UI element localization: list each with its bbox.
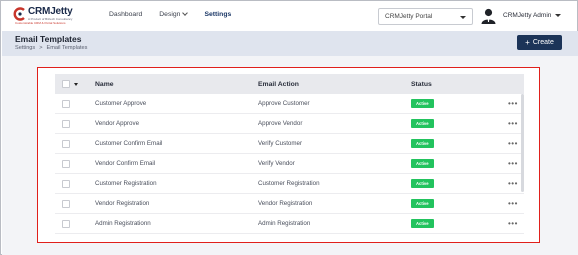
more-icon[interactable]: •••	[508, 99, 518, 108]
template-name[interactable]: Vendor Confirm Email	[95, 154, 155, 173]
more-icon[interactable]: •••	[508, 219, 518, 228]
status-cell: Active	[411, 134, 434, 153]
template-name[interactable]: Vendor Approve	[95, 114, 139, 133]
page-title: Email Templates	[15, 34, 82, 44]
status-badge: Active	[411, 199, 434, 208]
template-name[interactable]: Vendor Registration	[95, 194, 149, 213]
row-actions-cell: •••	[508, 114, 518, 133]
row-check-cell	[62, 114, 70, 133]
template-name[interactable]: Customer Registration	[95, 174, 157, 193]
nav-settings[interactable]: Settings	[204, 11, 231, 18]
page-header: Email Templates Settings > Email Templates…	[2, 31, 578, 56]
row-actions-cell: •••	[508, 194, 518, 213]
status-cell: Active	[411, 174, 434, 193]
row-check-cell	[62, 134, 70, 153]
email-templates-table: Name Email Action Status Customer Approv…	[55, 74, 524, 234]
row-checkbox[interactable]	[62, 199, 70, 208]
main-nav: Dashboard Design Settings	[109, 10, 231, 18]
template-name[interactable]: Admin Registrationn	[95, 214, 151, 233]
email-action: Approve Vendor	[258, 120, 303, 127]
nav-dashboard[interactable]: Dashboard	[109, 11, 142, 18]
logo-subtitle: Customizable CRM & Portal Solutions	[15, 21, 66, 25]
checkbox[interactable]	[62, 80, 70, 88]
row-actions-cell: •••	[508, 134, 518, 153]
row-check-cell	[62, 174, 70, 193]
select-all[interactable]	[62, 74, 78, 94]
table-row[interactable]: Vendor Registration Vendor Registration …	[55, 194, 524, 214]
table-row[interactable]: Customer Registration Customer Registrat…	[55, 174, 524, 194]
column-name[interactable]: Name	[95, 74, 114, 94]
breadcrumb: Settings > Email Templates	[15, 45, 87, 51]
row-check-cell	[62, 194, 70, 213]
logo-wordmark: CRMJetty	[28, 6, 73, 17]
more-icon[interactable]: •••	[508, 199, 518, 208]
create-button-label: Create	[532, 39, 554, 46]
template-name[interactable]: Customer Confirm Email	[95, 134, 162, 153]
app-window: CRMJetty A Product of Biztech Consultanc…	[0, 0, 578, 255]
breadcrumb-separator: >	[39, 45, 43, 51]
logo-mark-icon	[13, 7, 25, 21]
status-cell: Active	[411, 114, 434, 133]
create-button[interactable]: + Create	[517, 35, 562, 50]
table-row[interactable]: Vendor Approve Approve Vendor Active •••	[55, 114, 524, 134]
status-cell: Active	[411, 214, 434, 233]
row-actions-cell: •••	[508, 154, 518, 173]
breadcrumb-email-templates: Email Templates	[46, 45, 88, 51]
status-badge: Active	[411, 159, 434, 168]
caret-down-icon[interactable]	[74, 82, 78, 86]
email-action: Admin Registration	[258, 220, 311, 227]
table-row[interactable]: Customer Approve Approve Customer Active…	[55, 94, 524, 114]
table-row[interactable]: Admin Registrationn Admin Registration A…	[55, 214, 524, 234]
more-icon[interactable]: •••	[508, 139, 518, 148]
row-actions-cell: •••	[508, 174, 518, 193]
top-navbar: CRMJetty A Product of Biztech Consultanc…	[1, 1, 577, 31]
table-row[interactable]: Customer Confirm Email Verify Customer A…	[55, 134, 524, 154]
table-scrollbar[interactable]	[521, 94, 524, 192]
portal-select-value: CRMJetty Portal	[385, 13, 433, 20]
row-checkbox[interactable]	[62, 179, 70, 188]
more-icon[interactable]: •••	[508, 159, 518, 168]
email-action: Vendor Registration	[258, 200, 313, 207]
status-badge: Active	[411, 119, 434, 128]
template-name[interactable]: Customer Approve	[95, 94, 146, 113]
row-checkbox[interactable]	[62, 99, 70, 108]
status-badge: Active	[411, 179, 434, 188]
user-menu[interactable]: CRMJetty Admin	[503, 12, 562, 19]
column-email-action[interactable]: Email Action	[258, 74, 299, 94]
row-checkbox[interactable]	[62, 219, 70, 228]
caret-down-icon	[460, 16, 466, 19]
row-check-cell	[62, 214, 70, 233]
status-badge: Active	[411, 99, 434, 108]
breadcrumb-settings[interactable]: Settings	[15, 45, 35, 51]
status-cell: Active	[411, 154, 434, 173]
status-badge: Active	[411, 139, 434, 148]
email-action: Verify Customer	[258, 140, 303, 147]
user-name: CRMJetty Admin	[503, 12, 552, 19]
email-action: Customer Registration	[258, 180, 320, 187]
row-checkbox[interactable]	[62, 119, 70, 128]
table-row[interactable]: Vendor Confirm Email Verify Vendor Activ…	[55, 154, 524, 174]
avatar-icon[interactable]	[480, 7, 497, 24]
caret-down-icon	[555, 13, 562, 17]
row-actions-cell: •••	[508, 214, 518, 233]
email-action: Verify Vendor	[258, 160, 295, 167]
row-check-cell	[62, 154, 70, 173]
plus-icon: +	[525, 37, 530, 47]
more-icon[interactable]: •••	[508, 119, 518, 128]
row-checkbox[interactable]	[62, 139, 70, 148]
more-icon[interactable]: •••	[508, 179, 518, 188]
email-action: Approve Customer	[258, 100, 310, 107]
portal-select[interactable]: CRMJetty Portal	[378, 8, 473, 25]
crmjetty-logo[interactable]: CRMJetty A Product of Biztech Consultanc…	[13, 6, 81, 28]
row-check-cell	[62, 94, 70, 113]
status-badge: Active	[411, 219, 434, 228]
status-cell: Active	[411, 194, 434, 213]
row-checkbox[interactable]	[62, 159, 70, 168]
nav-design[interactable]: Design	[159, 10, 189, 18]
status-cell: Active	[411, 94, 434, 113]
table-header: Name Email Action Status	[55, 74, 524, 94]
chevron-down-icon	[182, 10, 189, 16]
row-actions-cell: •••	[508, 94, 518, 113]
column-status[interactable]: Status	[411, 74, 432, 94]
